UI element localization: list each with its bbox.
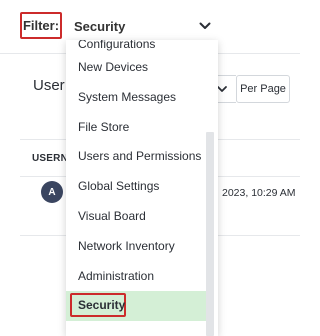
dropdown-option-label: New Devices [78, 60, 149, 74]
filter-label-text: Filter: [22, 18, 60, 33]
dropdown-option-configurations[interactable]: Configurations [66, 40, 206, 53]
dropdown-option-label: File Store [78, 119, 130, 134]
dropdown-option-file-store[interactable]: File Store [66, 113, 206, 143]
avatar: A [41, 181, 63, 203]
dropdown-option-label: System Messages [78, 89, 177, 104]
dropdown-option-system-messages[interactable]: System Messages [66, 83, 206, 113]
dropdown-option-label: Security [78, 298, 126, 313]
per-page-button[interactable]: Per Page [236, 75, 290, 103]
dropdown-scrollbar-thumb[interactable] [206, 132, 214, 336]
filter-dropdown-menu: Configurations New Devices System Messag… [66, 40, 218, 336]
filter-select[interactable]: Security [66, 10, 220, 42]
filter-dropdown-list: Configurations New Devices System Messag… [66, 40, 206, 322]
dropdown-option-visual-board[interactable]: Visual Board [66, 202, 206, 232]
page: Filter: Security User L Per Page USERNA … [0, 0, 300, 336]
avatar-letter: A [48, 186, 56, 198]
dropdown-option-label: Network Inventory [78, 238, 175, 253]
dropdown-option-label: Users and Permissions [78, 149, 202, 164]
dropdown-option-administration[interactable]: Administration [66, 262, 206, 292]
dropdown-option-label: Configurations [78, 40, 156, 51]
dropdown-option-label: Global Settings [78, 179, 160, 194]
dropdown-option-label: Administration [78, 268, 155, 283]
filter-label: Filter: [20, 12, 62, 39]
dropdown-option-security[interactable]: Security [66, 291, 206, 322]
dropdown-option-new-devices[interactable]: New Devices [66, 53, 206, 83]
dropdown-option-users-and-permissions[interactable]: Users and Permissions [66, 142, 206, 172]
table-row-date: 2023, 10:29 AM [222, 187, 296, 199]
chevron-down-icon [199, 22, 211, 29]
per-page-label: Per Page [240, 83, 286, 95]
dropdown-option-network-inventory[interactable]: Network Inventory [66, 232, 206, 262]
dropdown-option-global-settings[interactable]: Global Settings [66, 172, 206, 202]
dropdown-option-label: Visual Board [78, 208, 146, 223]
filter-select-value: Security [74, 18, 126, 34]
